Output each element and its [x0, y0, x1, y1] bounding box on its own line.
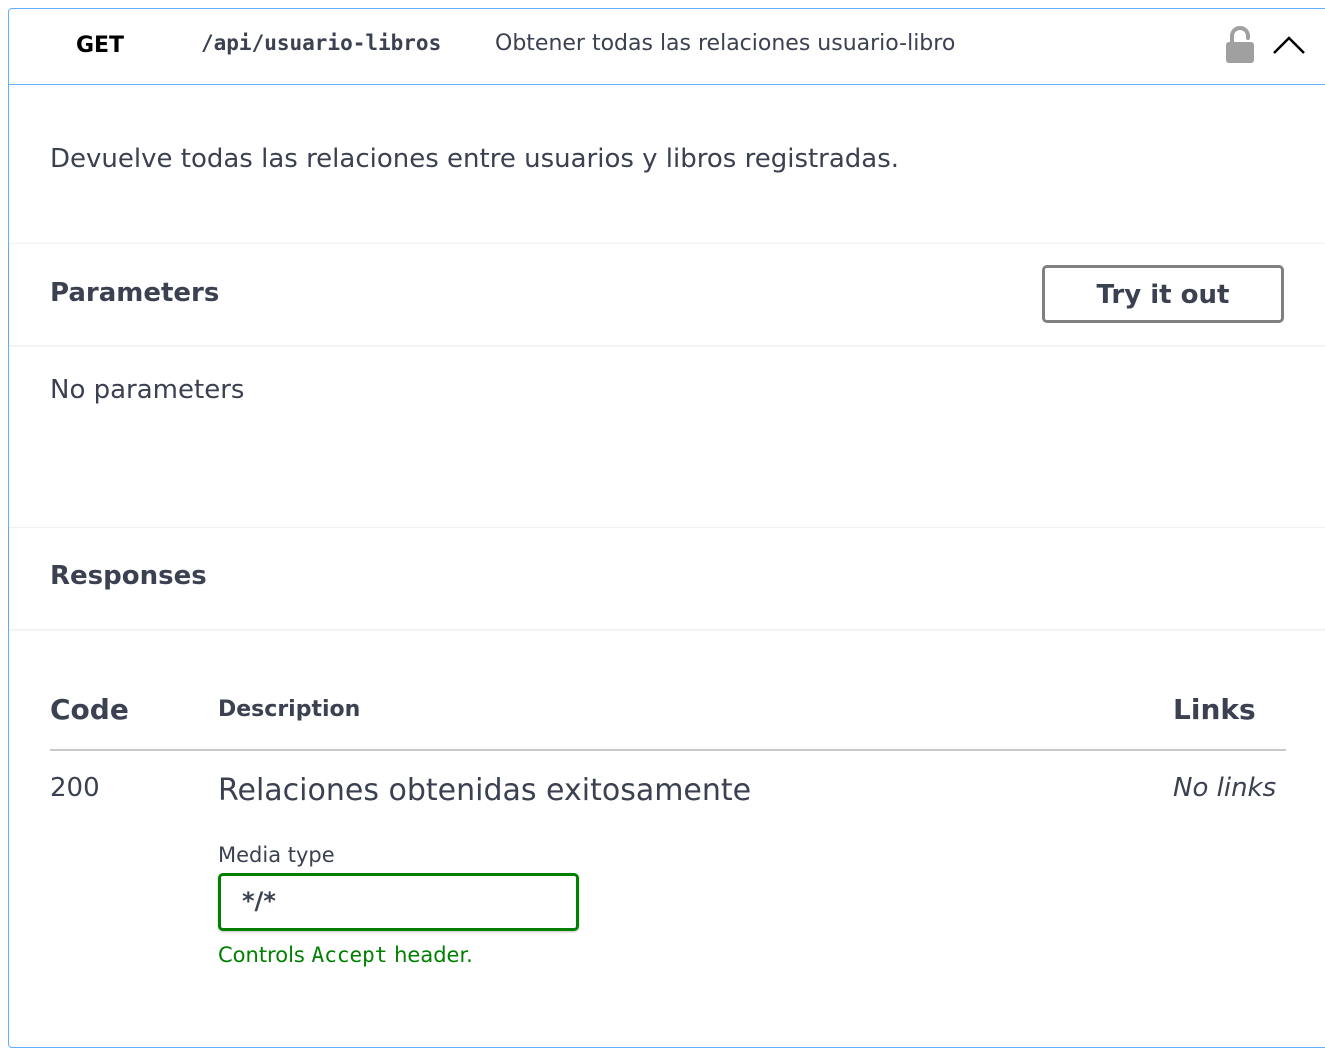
- response-description: Relaciones obtenidas exitosamente: [218, 773, 752, 808]
- operation-summary[interactable]: GET /api/usuario-libros Obtener todas la…: [9, 9, 1325, 85]
- hint-header-name: Accept: [311, 943, 388, 967]
- table-divider: [50, 749, 1286, 751]
- media-type-value: */*: [242, 887, 276, 915]
- column-header-code: Code: [50, 693, 129, 726]
- chevron-up-icon[interactable]: [1271, 31, 1307, 59]
- operation-description: Devuelve todas las relaciones entre usua…: [50, 144, 900, 174]
- parameters-header: Parameters Try it out: [9, 243, 1325, 345]
- responses-title: Responses: [50, 561, 207, 591]
- media-type-label: Media type: [218, 843, 335, 867]
- try-it-out-button[interactable]: Try it out: [1042, 265, 1284, 323]
- unlocked-lock-icon[interactable]: [1223, 25, 1257, 65]
- parameters-title: Parameters: [50, 278, 220, 308]
- column-header-description: Description: [218, 697, 361, 722]
- http-method: GET: [75, 33, 125, 58]
- operation-block: GET /api/usuario-libros Obtener todas la…: [8, 8, 1325, 1048]
- response-links: No links: [1173, 773, 1277, 803]
- column-header-links: Links: [1173, 693, 1256, 726]
- hint-prefix: Controls: [218, 943, 305, 967]
- hint-suffix: header.: [394, 943, 473, 967]
- media-type-hint: Controls Accept header.: [218, 943, 473, 967]
- response-code: 200: [50, 773, 100, 803]
- operation-summary-text: Obtener todas las relaciones usuario-lib…: [495, 31, 956, 56]
- media-type-select[interactable]: */*: [218, 873, 579, 931]
- endpoint-path: /api/usuario-libros: [201, 31, 442, 55]
- responses-header: Responses: [9, 527, 1325, 629]
- no-parameters-text: No parameters: [50, 375, 245, 405]
